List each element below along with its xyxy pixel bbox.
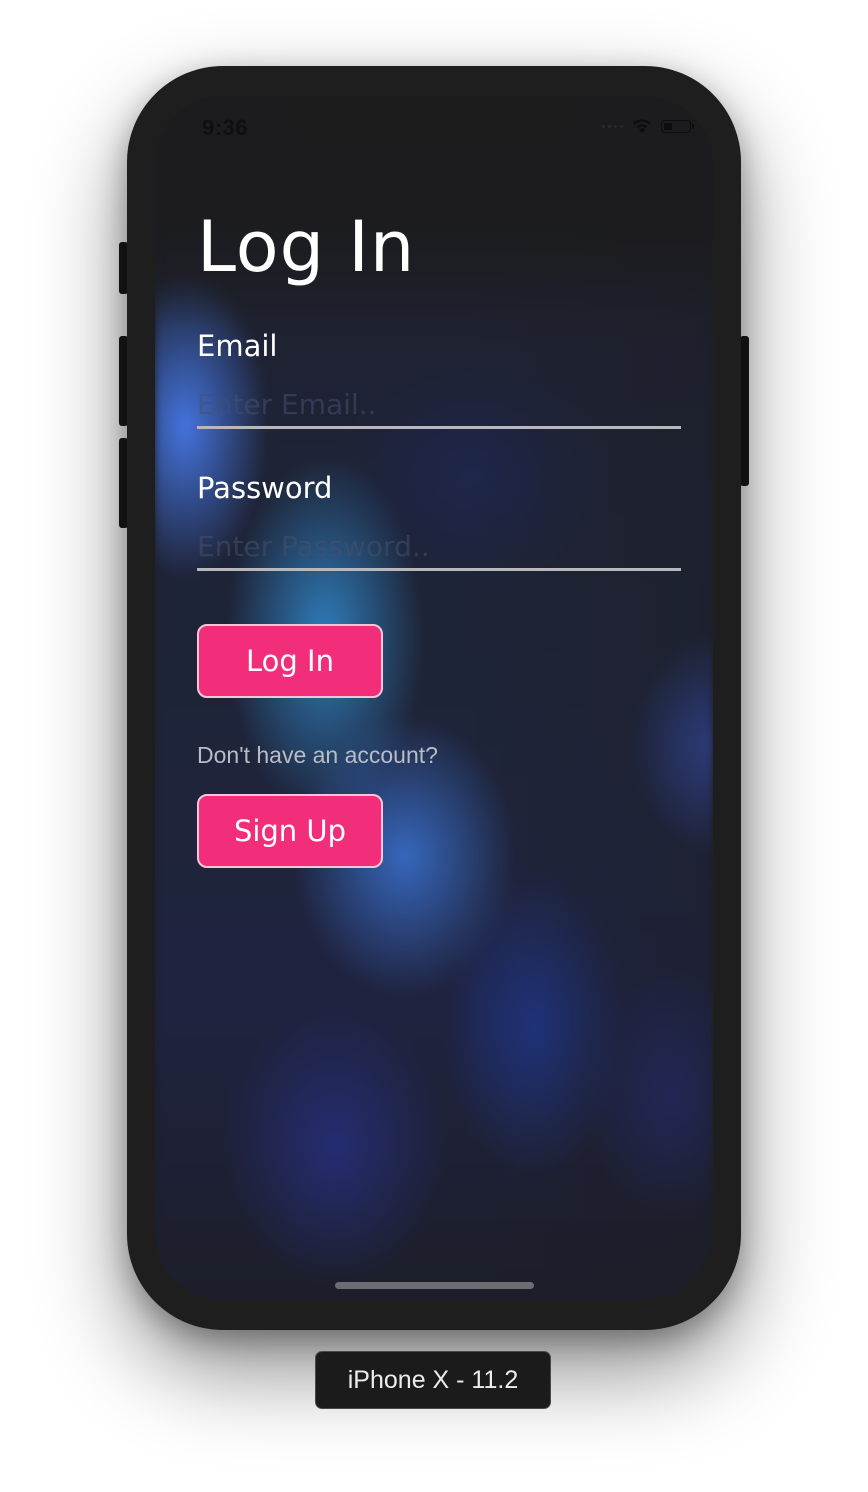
status-time: 9:36 (202, 115, 249, 140)
device-screen: 9:36 Log In Email Password Log In Don't … (155, 96, 713, 1300)
password-field[interactable] (197, 524, 681, 571)
signup-button[interactable]: Sign Up (197, 794, 383, 868)
device-label: iPhone X - 11.2 (315, 1351, 551, 1409)
email-label: Email (197, 329, 278, 363)
signup-prompt: Don't have an account? (197, 742, 438, 768)
status-icons (602, 118, 694, 134)
power-button (740, 336, 749, 486)
signal-dots-icon (602, 124, 623, 128)
password-label: Password (197, 471, 333, 505)
device-notch (288, 96, 580, 138)
battery-icon (661, 119, 694, 133)
email-field[interactable] (197, 382, 681, 429)
page-title: Log In (197, 206, 416, 288)
wifi-icon (633, 119, 651, 133)
simulator-stage: 9:36 Log In Email Password Log In Don't … (0, 0, 868, 1492)
home-indicator[interactable] (335, 1282, 534, 1289)
login-button[interactable]: Log In (197, 624, 383, 698)
